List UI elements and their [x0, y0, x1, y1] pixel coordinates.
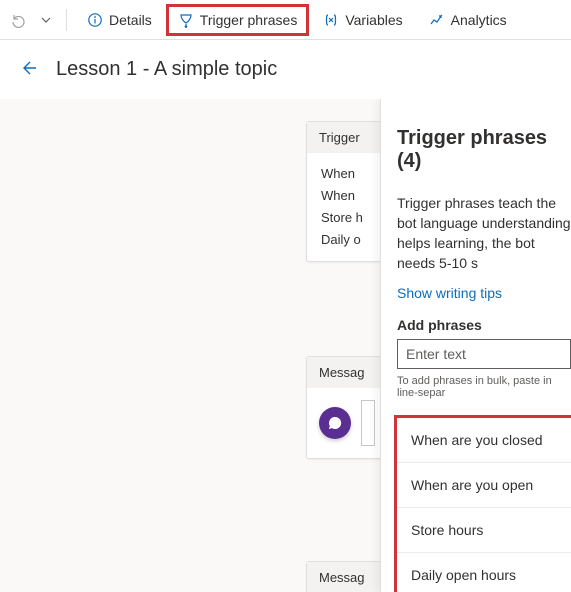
add-phrases-label: Add phrases — [397, 317, 571, 333]
chat-icon — [327, 415, 343, 431]
back-button[interactable] — [14, 54, 42, 85]
title-bar: Lesson 1 - A simple topic — [0, 40, 571, 99]
divider — [66, 9, 67, 31]
chevron-down-icon — [40, 14, 52, 26]
message-preview — [361, 400, 375, 446]
phrase-item[interactable]: Daily open hours — [397, 553, 571, 592]
details-label: Details — [109, 12, 152, 28]
info-icon — [87, 12, 103, 28]
variables-label: Variables — [345, 12, 402, 28]
variables-tab[interactable]: Variables — [311, 4, 414, 36]
variables-icon — [323, 12, 339, 28]
analytics-label: Analytics — [451, 12, 507, 28]
authoring-canvas[interactable]: Trigger When When Store h Daily o Messag… — [0, 99, 571, 592]
analytics-icon — [429, 12, 445, 28]
trigger-phrases-label: Trigger phrases — [200, 12, 298, 28]
top-toolbar: Details Trigger phrases Variables Analyt… — [0, 0, 571, 40]
message-node-avatar — [319, 407, 351, 439]
analytics-tab[interactable]: Analytics — [417, 4, 519, 36]
undo-button[interactable] — [4, 8, 32, 32]
phrase-item[interactable]: When are you closed — [397, 418, 571, 463]
trigger-icon — [178, 12, 194, 28]
trigger-phrases-panel: Trigger phrases (4) Trigger phrases teac… — [380, 99, 571, 592]
add-phrase-input[interactable] — [397, 339, 571, 369]
details-tab[interactable]: Details — [75, 4, 164, 36]
panel-title: Trigger phrases (4) — [397, 127, 571, 173]
trigger-phrases-tab[interactable]: Trigger phrases — [166, 4, 310, 36]
phrase-list: When are you closed When are you open St… — [394, 415, 571, 592]
phrase-item[interactable]: When are you open — [397, 463, 571, 508]
show-writing-tips-link[interactable]: Show writing tips — [397, 285, 502, 301]
back-arrow-icon — [18, 58, 38, 78]
undo-menu-button[interactable] — [34, 10, 58, 30]
undo-icon — [10, 12, 26, 28]
phrase-item[interactable]: Store hours — [397, 508, 571, 553]
add-phrase-hint: To add phrases in bulk, paste in line-se… — [397, 375, 571, 399]
panel-description: Trigger phrases teach the bot language u… — [397, 193, 571, 273]
page-title: Lesson 1 - A simple topic — [56, 58, 277, 81]
